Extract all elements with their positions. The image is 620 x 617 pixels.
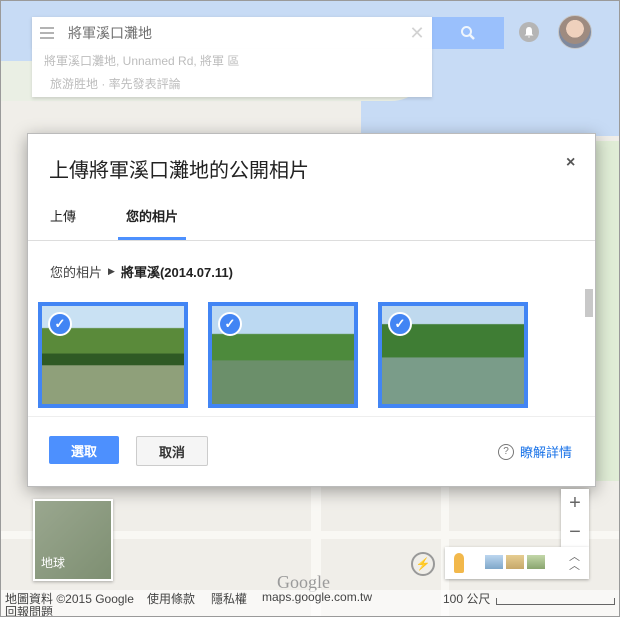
earth-label: 地球 — [41, 556, 66, 570]
learn-more-link[interactable]: 瞭解詳情 — [520, 442, 572, 461]
tab-your-photos[interactable]: 您的相片 — [118, 206, 186, 240]
check-icon[interactable]: ✓ — [48, 312, 72, 336]
help-icon: ? — [498, 443, 514, 460]
imagery-thumbnail[interactable] — [527, 555, 545, 569]
privacy-link[interactable]: 隱私權 — [211, 590, 247, 607]
chevron-right-icon: ▶ — [108, 266, 115, 276]
flash-icon[interactable]: ⚡ — [411, 552, 435, 576]
scale-bar — [496, 598, 615, 605]
upload-photos-dialog: 上傳將軍溪口灘地的公開相片 × 上傳 您的相片 您的相片 ▶ 將軍溪(2014.… — [27, 133, 596, 487]
learn-more[interactable]: ? 瞭解詳情 — [498, 442, 572, 461]
scale-label[interactable]: 100 公尺 — [443, 590, 490, 607]
photo-tile[interactable]: ✓ — [38, 302, 188, 408]
breadcrumb: 您的相片 ▶ 將軍溪(2014.07.11) — [50, 262, 233, 281]
app-window: 將軍溪口灘地 ✕ 將軍溪口灘地, Unnamed Rd, 將軍 區 旅游胜地 ·… — [0, 0, 620, 617]
divider — [28, 416, 595, 417]
breadcrumb-root[interactable]: 您的相片 — [50, 262, 102, 281]
check-icon[interactable]: ✓ — [388, 312, 412, 336]
zoom-control: + − — [561, 489, 589, 547]
report-problem-link[interactable]: 回報問題 — [5, 603, 53, 616]
scrollbar-thumb[interactable] — [585, 289, 593, 317]
photo-tile[interactable]: ✓ — [208, 302, 358, 408]
site-link[interactable]: maps.google.com.tw — [262, 590, 372, 604]
close-icon[interactable]: × — [566, 154, 575, 172]
imagery-thumbnail[interactable] — [485, 555, 503, 569]
check-icon[interactable]: ✓ — [218, 312, 242, 336]
zoom-out-button[interactable]: − — [561, 518, 589, 547]
cancel-button[interactable]: 取消 — [136, 436, 208, 466]
earth-view-toggle[interactable]: 地球 — [33, 499, 113, 581]
tab-upload[interactable]: 上傳 — [50, 206, 76, 236]
street-view-bar: ︿ ︿ — [445, 547, 589, 579]
dialog-tabs: 上傳 您的相片 — [28, 202, 595, 241]
expand-icon[interactable]: ︿ ︿ — [569, 552, 580, 572]
breadcrumb-album: 將軍溪(2014.07.11) — [120, 265, 233, 280]
dialog-title: 上傳將軍溪口灘地的公開相片 — [49, 160, 309, 182]
terms-link[interactable]: 使用條款 — [147, 590, 195, 607]
zoom-in-button[interactable]: + — [561, 489, 589, 518]
imagery-thumbnail[interactable] — [506, 555, 524, 569]
photo-tile[interactable]: ✓ — [378, 302, 528, 408]
pegman-icon[interactable] — [454, 553, 464, 573]
select-button[interactable]: 選取 — [49, 436, 119, 464]
